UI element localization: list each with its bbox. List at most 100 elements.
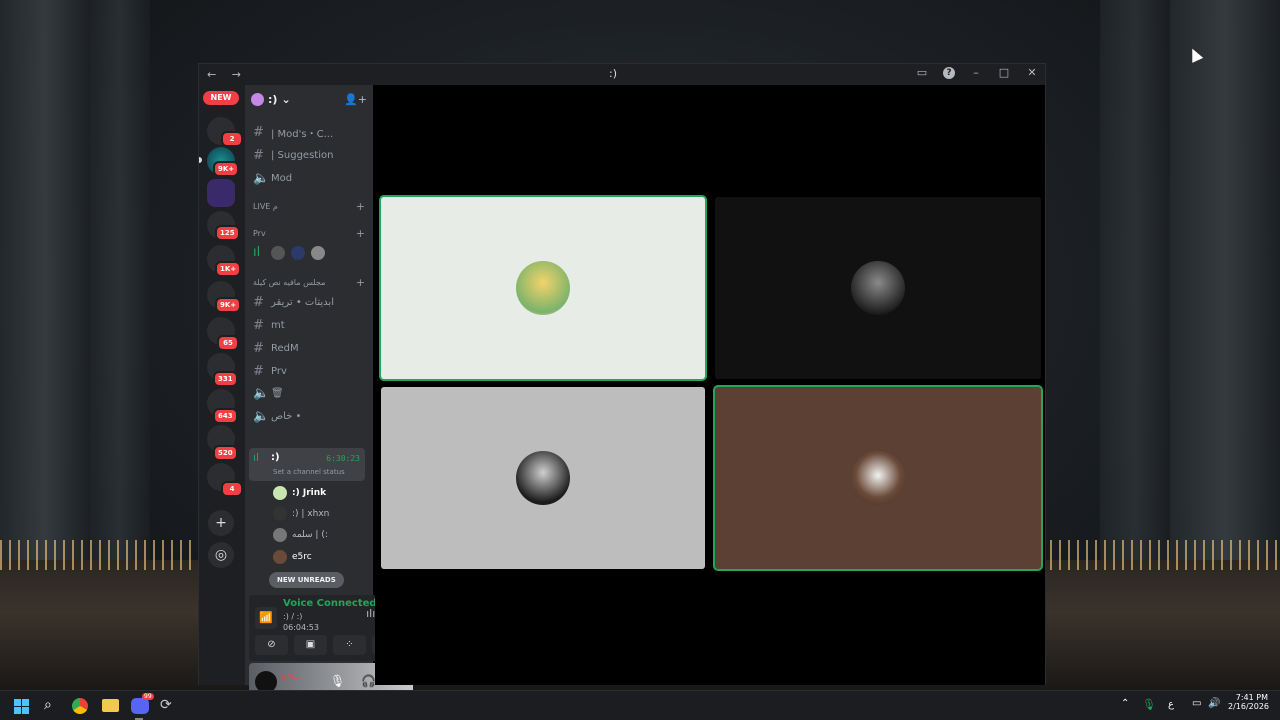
help-icon[interactable]: ?: [943, 66, 955, 79]
channel-redm[interactable]: # RedM: [253, 341, 299, 356]
voice-member[interactable]: :) | xhxn: [273, 507, 329, 521]
volume-icon[interactable]: 🔊: [1208, 698, 1220, 709]
minimize-icon[interactable]: –: [969, 66, 983, 79]
discord-icon[interactable]: [131, 698, 149, 714]
invite-people-icon[interactable]: 👤+: [344, 93, 367, 106]
channel-private-voice[interactable]: 🔈 خاص •: [253, 409, 301, 424]
taskbar: ⌕ 99 ⟳ ⌃ 🎙 ع ▭ 🔊 7:41 PM 2/16/2026: [0, 690, 1280, 720]
unread-pill: [199, 157, 202, 163]
participant-avatar: [851, 261, 905, 315]
category-prv[interactable]: Prv: [253, 229, 266, 238]
active-voice-name: :): [271, 452, 280, 463]
participant-tile[interactable]: [715, 197, 1041, 379]
tray-chevron-icon[interactable]: ⌃: [1121, 698, 1129, 709]
add-channel-icon[interactable]: +: [356, 276, 365, 289]
activities-icon[interactable]: ⁘: [333, 635, 366, 655]
camera-off-icon[interactable]: ⊘: [255, 635, 288, 655]
noise-suppression-icon[interactable]: ılı: [366, 607, 375, 620]
back-forward-nav[interactable]: ← →: [207, 68, 247, 81]
app-icon[interactable]: ⟳: [160, 697, 172, 713]
guild-name: :): [268, 93, 278, 106]
channel-label: mt: [271, 320, 285, 331]
chrome-icon[interactable]: [72, 698, 88, 714]
member-name: :) | xhxn: [292, 509, 330, 519]
hash-icon: #: [253, 341, 264, 356]
channel-suggestion[interactable]: # | Suggestion: [253, 148, 333, 163]
voice-members-preview[interactable]: ıl: [253, 245, 325, 260]
participant-tile[interactable]: [381, 197, 705, 379]
channel-updates[interactable]: # ابديتات • تريقر: [253, 295, 334, 310]
inbox-icon[interactable]: ▭: [915, 66, 929, 79]
microphone-tray-icon[interactable]: 🎙: [1142, 698, 1156, 711]
maximize-icon[interactable]: □: [997, 66, 1011, 79]
search-icon[interactable]: ⌕: [44, 697, 52, 713]
mention-badge: 9K+: [215, 297, 242, 313]
user-name[interactable]: Srv...: [281, 672, 301, 681]
channel-mod-voice[interactable]: 🔈 Mod: [253, 171, 292, 186]
mention-badge: 520: [213, 445, 238, 461]
file-explorer-icon[interactable]: [102, 699, 119, 712]
clock[interactable]: 7:41 PM 2/16/2026: [1228, 693, 1269, 711]
voice-activity-icon: ıl: [253, 451, 260, 464]
channel-label: | Mod's・C...: [271, 129, 334, 140]
guild-header[interactable]: :) ⌄: [251, 93, 291, 106]
channel-mods[interactable]: # | Mod's・C...: [253, 125, 333, 140]
add-channel-icon[interactable]: +: [356, 227, 365, 240]
microphone-icon[interactable]: 🎙: [330, 674, 345, 688]
server-rail: NEW 2 9K+ 125 1K+ 9K+ 65 331 643 520 4 +…: [199, 85, 245, 685]
category-arabic[interactable]: مجلس مافيه نص كيلة: [253, 278, 325, 287]
add-channel-icon[interactable]: +: [356, 200, 365, 213]
clock-time: 7:41 PM: [1235, 693, 1268, 702]
participant-avatar: [516, 451, 570, 505]
channel-label: Prv: [271, 366, 287, 377]
avatar: [273, 528, 287, 542]
hash-icon: #: [253, 295, 264, 310]
channel-sidebar: :) ⌄ 👤+ # | Mod's・C... # | Suggestion 🔈 …: [245, 85, 413, 701]
voice-elapsed: 06:04:53: [283, 623, 319, 632]
voice-member[interactable]: :) Jrink: [273, 486, 326, 500]
voice-channel-path[interactable]: :) / :): [283, 612, 302, 621]
channel-label: | Suggestion: [271, 150, 334, 161]
headphones-icon[interactable]: 🎧: [361, 674, 376, 688]
discover-icon[interactable]: ◎: [208, 542, 234, 568]
language-indicator[interactable]: ع: [1168, 699, 1174, 710]
background-pillar-right-inner: [1100, 0, 1170, 560]
participant-tile[interactable]: [381, 387, 705, 569]
guild-icon: [251, 93, 264, 106]
active-voice-channel[interactable]: ıl :) 6:30:23 Set a channel status: [249, 448, 365, 481]
channel-label: خاص •: [271, 411, 302, 422]
network-icon[interactable]: ▭: [1192, 698, 1201, 709]
category-live[interactable]: LIVE م: [253, 202, 278, 211]
mention-badge: 331: [213, 371, 238, 387]
discord-notification-badge: 99: [142, 693, 154, 700]
new-badge[interactable]: NEW: [203, 91, 239, 105]
mention-badge: 2: [221, 131, 243, 147]
voice-member[interactable]: سلمه | (:: [273, 528, 328, 542]
title-bar: ← → :) ▭ ? – □ ✕: [199, 64, 1045, 85]
channel-trash-voice[interactable]: 🔈 🗑: [253, 386, 284, 401]
participant-tile[interactable]: [715, 387, 1041, 569]
mention-badge: 125: [215, 225, 240, 241]
mention-badge: 65: [217, 335, 239, 351]
voice-member[interactable]: e5rc: [273, 550, 312, 564]
channel-status-prompt[interactable]: Set a channel status: [273, 468, 345, 476]
screen-share-icon[interactable]: ▣: [294, 635, 327, 655]
add-server-icon[interactable]: +: [208, 510, 234, 536]
speaker-icon: 🔈: [253, 386, 270, 401]
window-title: :): [609, 67, 617, 80]
signal-icon[interactable]: 📶: [255, 607, 277, 629]
channel-label: ابديتات • تريقر: [271, 297, 334, 308]
voice-timer: 6:30:23: [326, 454, 360, 463]
channel-prv[interactable]: # Prv: [253, 364, 287, 379]
new-unreads-button[interactable]: NEW UNREADS: [269, 572, 344, 588]
channel-mt[interactable]: # mt: [253, 318, 285, 333]
channel-label: Mod: [271, 173, 293, 184]
mention-badge: 1K+: [215, 261, 242, 277]
background-candles-right: [1050, 540, 1280, 570]
member-name: سلمه | (:: [292, 530, 328, 540]
avatar: [271, 245, 285, 260]
server-icon[interactable]: [207, 179, 235, 207]
close-icon[interactable]: ✕: [1025, 66, 1039, 79]
windows-start-icon[interactable]: [14, 699, 29, 714]
avatar: [311, 245, 325, 260]
